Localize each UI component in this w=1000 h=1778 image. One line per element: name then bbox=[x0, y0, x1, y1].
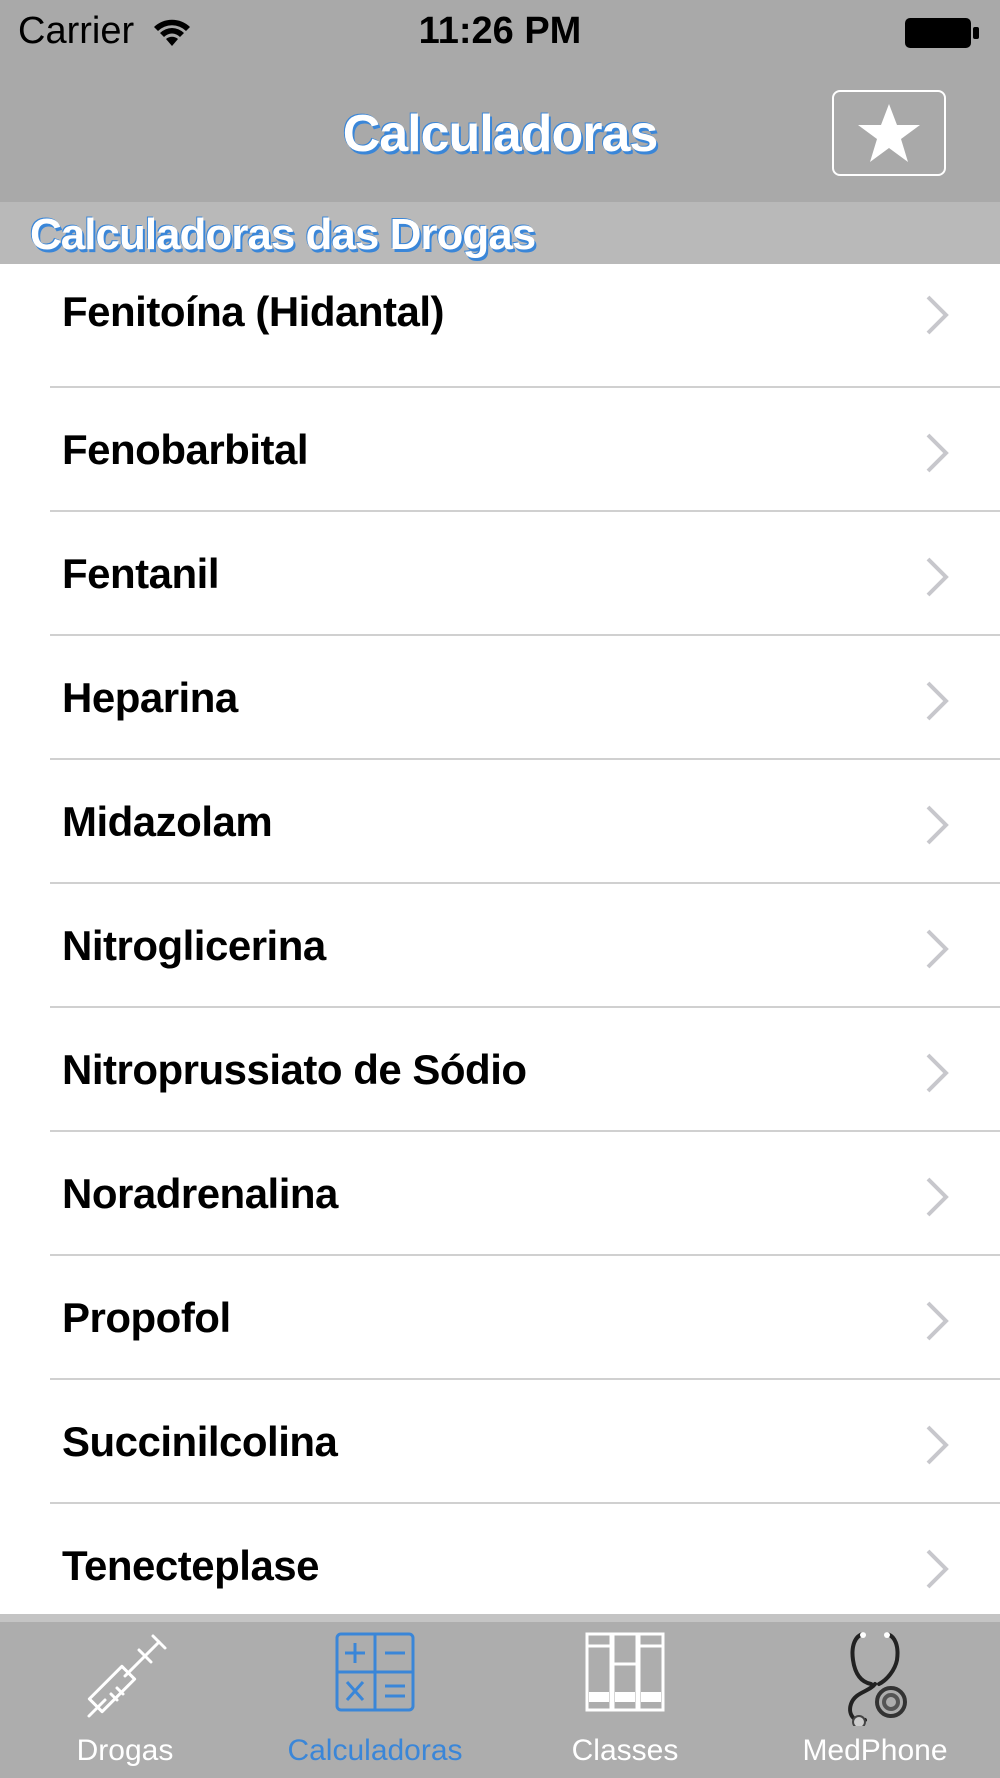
tab-label: MedPhone bbox=[802, 1734, 948, 1767]
list-item-label: Tenecteplase bbox=[62, 1542, 320, 1589]
list-item-label: Noradrenalina bbox=[62, 1170, 338, 1217]
syringe-icon bbox=[87, 1634, 167, 1718]
list-item-label: Midazolam bbox=[62, 798, 273, 845]
list-item[interactable]: Nitroprussiato de Sódio bbox=[0, 1008, 1000, 1132]
list-item-label: Fenitoína (Hidantal) bbox=[62, 288, 445, 335]
calculator-icon bbox=[335, 1632, 415, 1712]
list-item[interactable]: Fenitoína (Hidantal) bbox=[0, 264, 1000, 388]
list-item[interactable]: Nitroglicerina bbox=[0, 884, 1000, 1008]
stethoscope-icon bbox=[848, 1632, 907, 1726]
status-time: 11:26 PM bbox=[418, 10, 582, 52]
list-item[interactable]: Fentanil bbox=[0, 512, 1000, 636]
books-icon bbox=[585, 1632, 665, 1712]
tab-drogas[interactable]: Drogas bbox=[0, 1622, 250, 1778]
chevron-right-icon bbox=[926, 295, 949, 335]
list-item[interactable]: Midazolam bbox=[0, 760, 1000, 884]
chevron-right-icon bbox=[926, 557, 949, 597]
tab-label: Classes bbox=[571, 1734, 679, 1767]
chevron-right-icon bbox=[926, 1425, 949, 1465]
chevron-right-icon bbox=[926, 681, 949, 721]
list-item-label: Nitroprussiato de Sódio bbox=[62, 1046, 527, 1093]
chevron-right-icon bbox=[926, 1301, 949, 1341]
battery-icon bbox=[905, 18, 979, 48]
drug-list: Fenitoína (Hidantal) Fenobarbital Fentan… bbox=[0, 264, 1000, 1628]
chevron-right-icon bbox=[926, 929, 949, 969]
list-item-label: Nitroglicerina bbox=[62, 922, 326, 969]
favorites-button[interactable] bbox=[832, 90, 946, 176]
chevron-right-icon bbox=[926, 433, 949, 473]
list-item-label: Fentanil bbox=[62, 550, 220, 597]
chevron-right-icon bbox=[926, 805, 949, 845]
list-item[interactable]: Propofol bbox=[0, 1256, 1000, 1380]
list-item[interactable]: Tenecteplase bbox=[0, 1504, 1000, 1628]
list-item-label: Heparina bbox=[62, 674, 238, 721]
tab-classes[interactable]: Classes bbox=[500, 1622, 750, 1778]
tab-label: Drogas bbox=[76, 1734, 174, 1767]
chevron-right-icon bbox=[926, 1177, 949, 1217]
chevron-right-icon bbox=[926, 1549, 949, 1589]
list-item-label: Fenobarbital bbox=[62, 426, 309, 473]
tab-calculadoras[interactable]: Calculadoras bbox=[250, 1622, 500, 1778]
tab-bar: Drogas Calculadoras Classes MedPhone bbox=[0, 1614, 1000, 1778]
list-item-label: Propofol bbox=[62, 1294, 231, 1341]
list-item[interactable]: Succinilcolina bbox=[0, 1380, 1000, 1504]
list-item[interactable]: Noradrenalina bbox=[0, 1132, 1000, 1256]
list-item[interactable]: Heparina bbox=[0, 636, 1000, 760]
list-item-label: Succinilcolina bbox=[62, 1418, 338, 1465]
star-icon bbox=[858, 104, 920, 162]
tab-medphone[interactable]: MedPhone bbox=[750, 1622, 1000, 1778]
status-bar: Carrier 11:26 PM bbox=[0, 0, 1000, 68]
list-item[interactable]: Fenobarbital bbox=[0, 388, 1000, 512]
navigation-bar: Calculadoras bbox=[0, 68, 1000, 202]
tab-label: Calculadoras bbox=[287, 1734, 463, 1767]
chevron-right-icon bbox=[926, 1053, 949, 1093]
